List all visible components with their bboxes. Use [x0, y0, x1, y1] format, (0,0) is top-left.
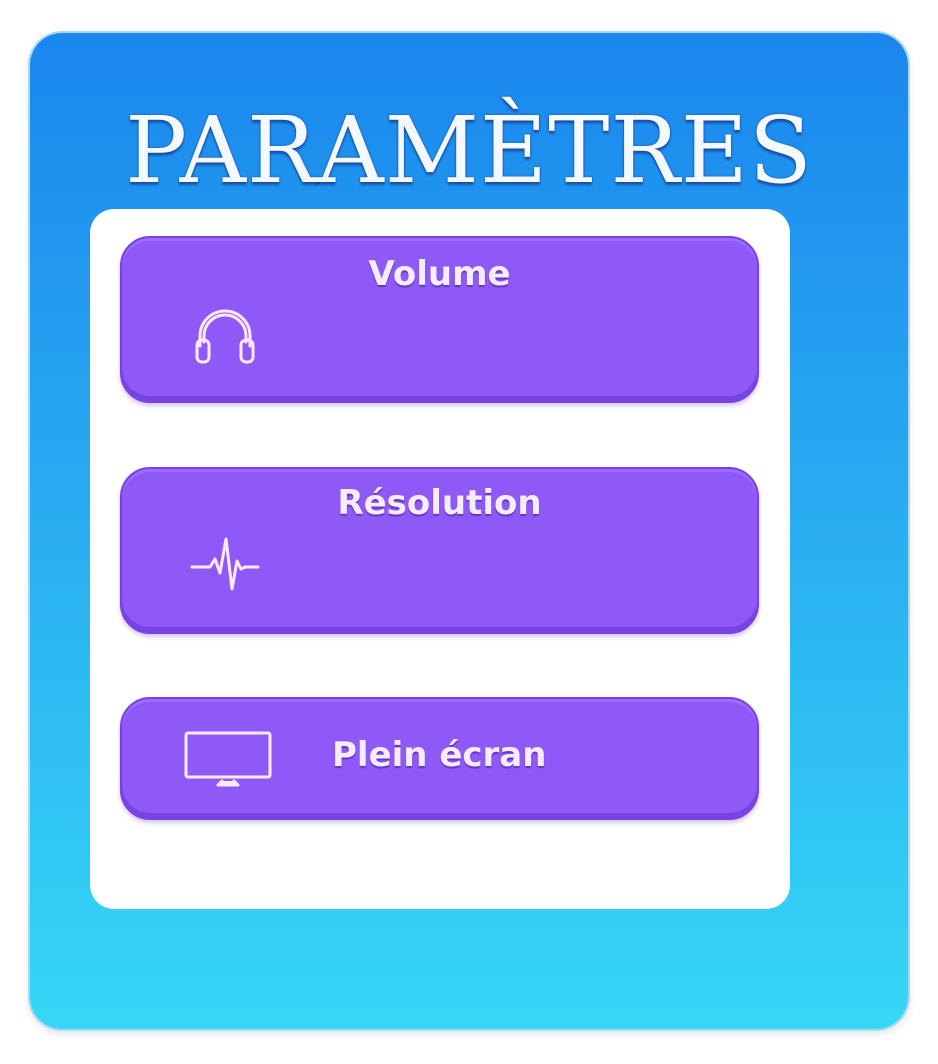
headphones-icon [192, 302, 258, 366]
resolution-button[interactable]: Résolution [120, 467, 759, 634]
fullscreen-label: Plein écran [332, 735, 547, 775]
fullscreen-button[interactable]: Plein écran [120, 697, 759, 820]
volume-button[interactable]: Volume [120, 236, 759, 403]
volume-label: Volume [368, 254, 511, 294]
page-title: PARAMÈTRES [125, 97, 813, 204]
resolution-label: Résolution [337, 483, 542, 523]
monitor-icon [182, 729, 274, 789]
pulse-icon [190, 533, 260, 593]
